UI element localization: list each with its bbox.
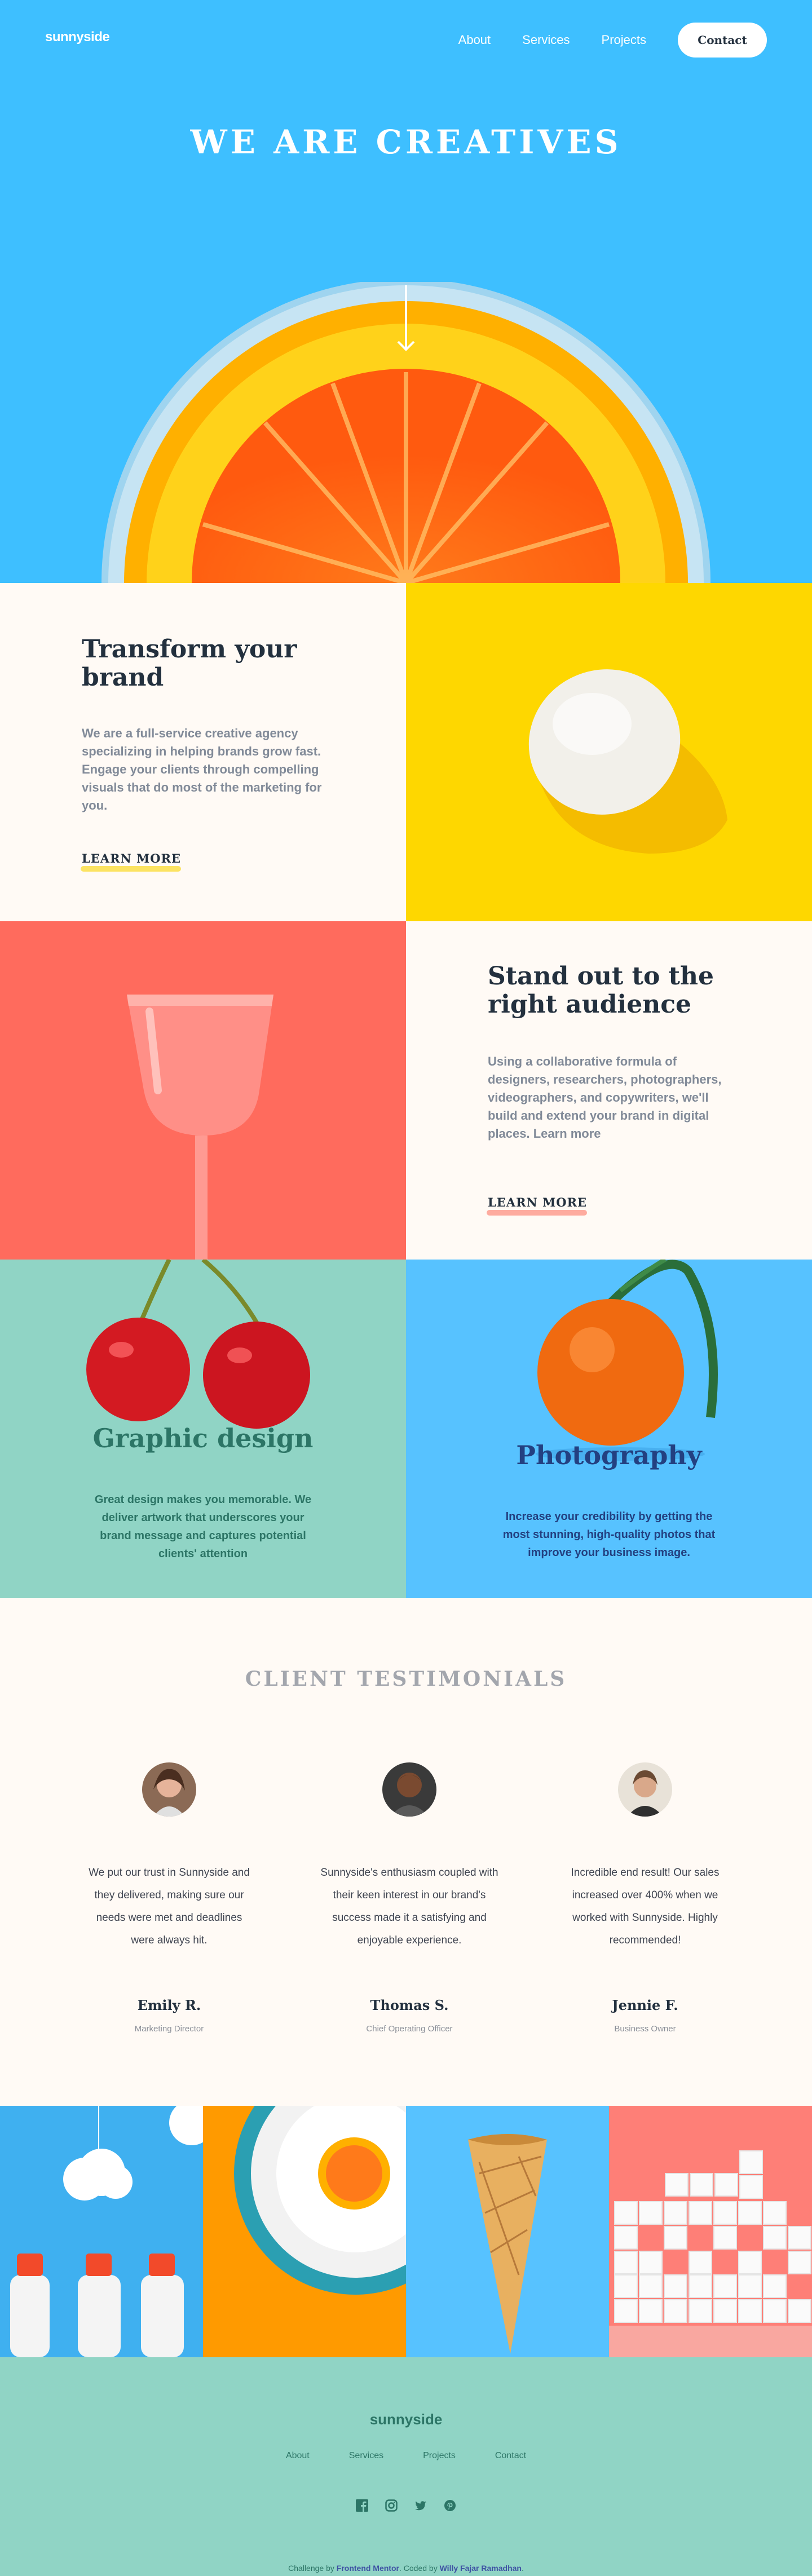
- arrow-down-icon[interactable]: [397, 285, 415, 352]
- site-footer: sunnyside About Services Projects Contac…: [0, 2357, 812, 2576]
- twitter-icon[interactable]: [414, 2499, 427, 2512]
- author-link[interactable]: Willy Fajar Ramadhan: [440, 2564, 522, 2573]
- standout-text-block: Stand out to the right audience Using a …: [406, 921, 812, 1260]
- hero-title: WE ARE CREATIVES: [190, 123, 622, 161]
- testimonials-heading: CLIENT TESTIMONIALS: [245, 1667, 567, 1691]
- testimonial-quote-emily: We put our trust in Sunnyside and they d…: [89, 1867, 250, 1946]
- nav-about[interactable]: About: [458, 33, 491, 47]
- learn-more-underline: [487, 1210, 587, 1216]
- social-links: [0, 2499, 812, 2512]
- photography-title: Photography: [516, 1440, 702, 1470]
- standout-title-line2: right audience: [488, 990, 692, 1019]
- testimonial-role-jennie: Business Owner: [614, 2024, 676, 2034]
- avatar-emily: [142, 1762, 196, 1817]
- gallery-cone: [406, 2106, 609, 2357]
- photography-text: Increase your credibility by getting the…: [502, 1510, 716, 1559]
- standout-title-line1: Stand out to the: [488, 962, 714, 991]
- standout-learn-more-link[interactable]: LEARN MORE: [488, 1195, 587, 1209]
- transform-title-line2: brand: [82, 663, 164, 692]
- pink-glass-illustration: [127, 995, 273, 1260]
- avatar-thomas: [382, 1762, 436, 1817]
- pinterest-icon[interactable]: [444, 2499, 456, 2512]
- attribution-mid: . Coded by: [399, 2564, 440, 2573]
- instagram-icon[interactable]: [385, 2499, 398, 2512]
- frontend-mentor-link[interactable]: Frontend Mentor: [337, 2564, 399, 2573]
- nav-services[interactable]: Services: [522, 33, 570, 47]
- testimonial-name-emily: Emily R.: [137, 1997, 201, 2013]
- footer-link-services[interactable]: Services: [349, 2451, 383, 2461]
- main-nav: About Services Projects Contact: [427, 23, 767, 58]
- testimonial-name-jennie: Jennie F.: [612, 1997, 678, 2013]
- footer-link-projects[interactable]: Projects: [423, 2451, 456, 2461]
- graphic-design-title: Graphic design: [92, 1423, 314, 1453]
- graphic-design-text: Great design makes you memorable. We del…: [94, 1494, 312, 1560]
- footer-logo[interactable]: sunnyside: [0, 2411, 812, 2428]
- photography-card: Photography Increase your credibility by…: [406, 1260, 812, 1598]
- learn-more-underline: [81, 866, 181, 872]
- graphic-design-card: Graphic design Great design makes you me…: [0, 1260, 406, 1598]
- footer-link-contact[interactable]: Contact: [495, 2451, 526, 2461]
- site-logo[interactable]: sunnyside: [45, 29, 110, 45]
- standout-title: Stand out to the right audience: [488, 962, 714, 1019]
- footer-link-about[interactable]: About: [286, 2451, 310, 2461]
- standout-text: Using a collaborative formula of designe…: [488, 1054, 722, 1141]
- testimonial-name-thomas: Thomas S.: [370, 1997, 449, 2013]
- footer-nav: About Services Projects Contact: [0, 2451, 812, 2461]
- hero-section: sunnyside About Services Projects Contac…: [0, 0, 812, 583]
- egg-illustration: [528, 669, 727, 854]
- transform-title: Transform your brand: [82, 635, 297, 692]
- contact-button[interactable]: Contact: [678, 23, 767, 58]
- testimonial-role-emily: Marketing Director: [134, 2024, 204, 2034]
- gallery-orange-plate: [203, 2106, 406, 2357]
- avatar-jennie: [618, 1762, 672, 1817]
- testimonial-role-thomas: Chief Operating Officer: [366, 2024, 453, 2034]
- egg-image: [406, 583, 812, 921]
- transform-text: We are a full-service creative agency sp…: [82, 726, 322, 812]
- gallery-milk-bottles: [0, 2106, 203, 2357]
- transform-title-line1: Transform your: [82, 635, 297, 664]
- attribution-prefix: Challenge by: [288, 2564, 337, 2573]
- testimonial-quote-thomas: Sunnyside's enthusiasm coupled with thei…: [320, 1867, 498, 1946]
- transform-text-block: Transform your brand We are a full-servi…: [0, 583, 406, 921]
- attribution: Challenge by Frontend Mentor. Coded by W…: [0, 2564, 812, 2573]
- glass-image: [0, 921, 406, 1260]
- transform-learn-more-link[interactable]: LEARN MORE: [82, 851, 181, 865]
- gallery-sugar-cubes: [609, 2106, 812, 2357]
- testimonial-quote-jennie: Incredible end result! Our sales increas…: [571, 1867, 720, 1946]
- facebook-icon[interactable]: [356, 2499, 368, 2512]
- attribution-suffix: .: [521, 2564, 524, 2573]
- nav-projects[interactable]: Projects: [602, 33, 646, 47]
